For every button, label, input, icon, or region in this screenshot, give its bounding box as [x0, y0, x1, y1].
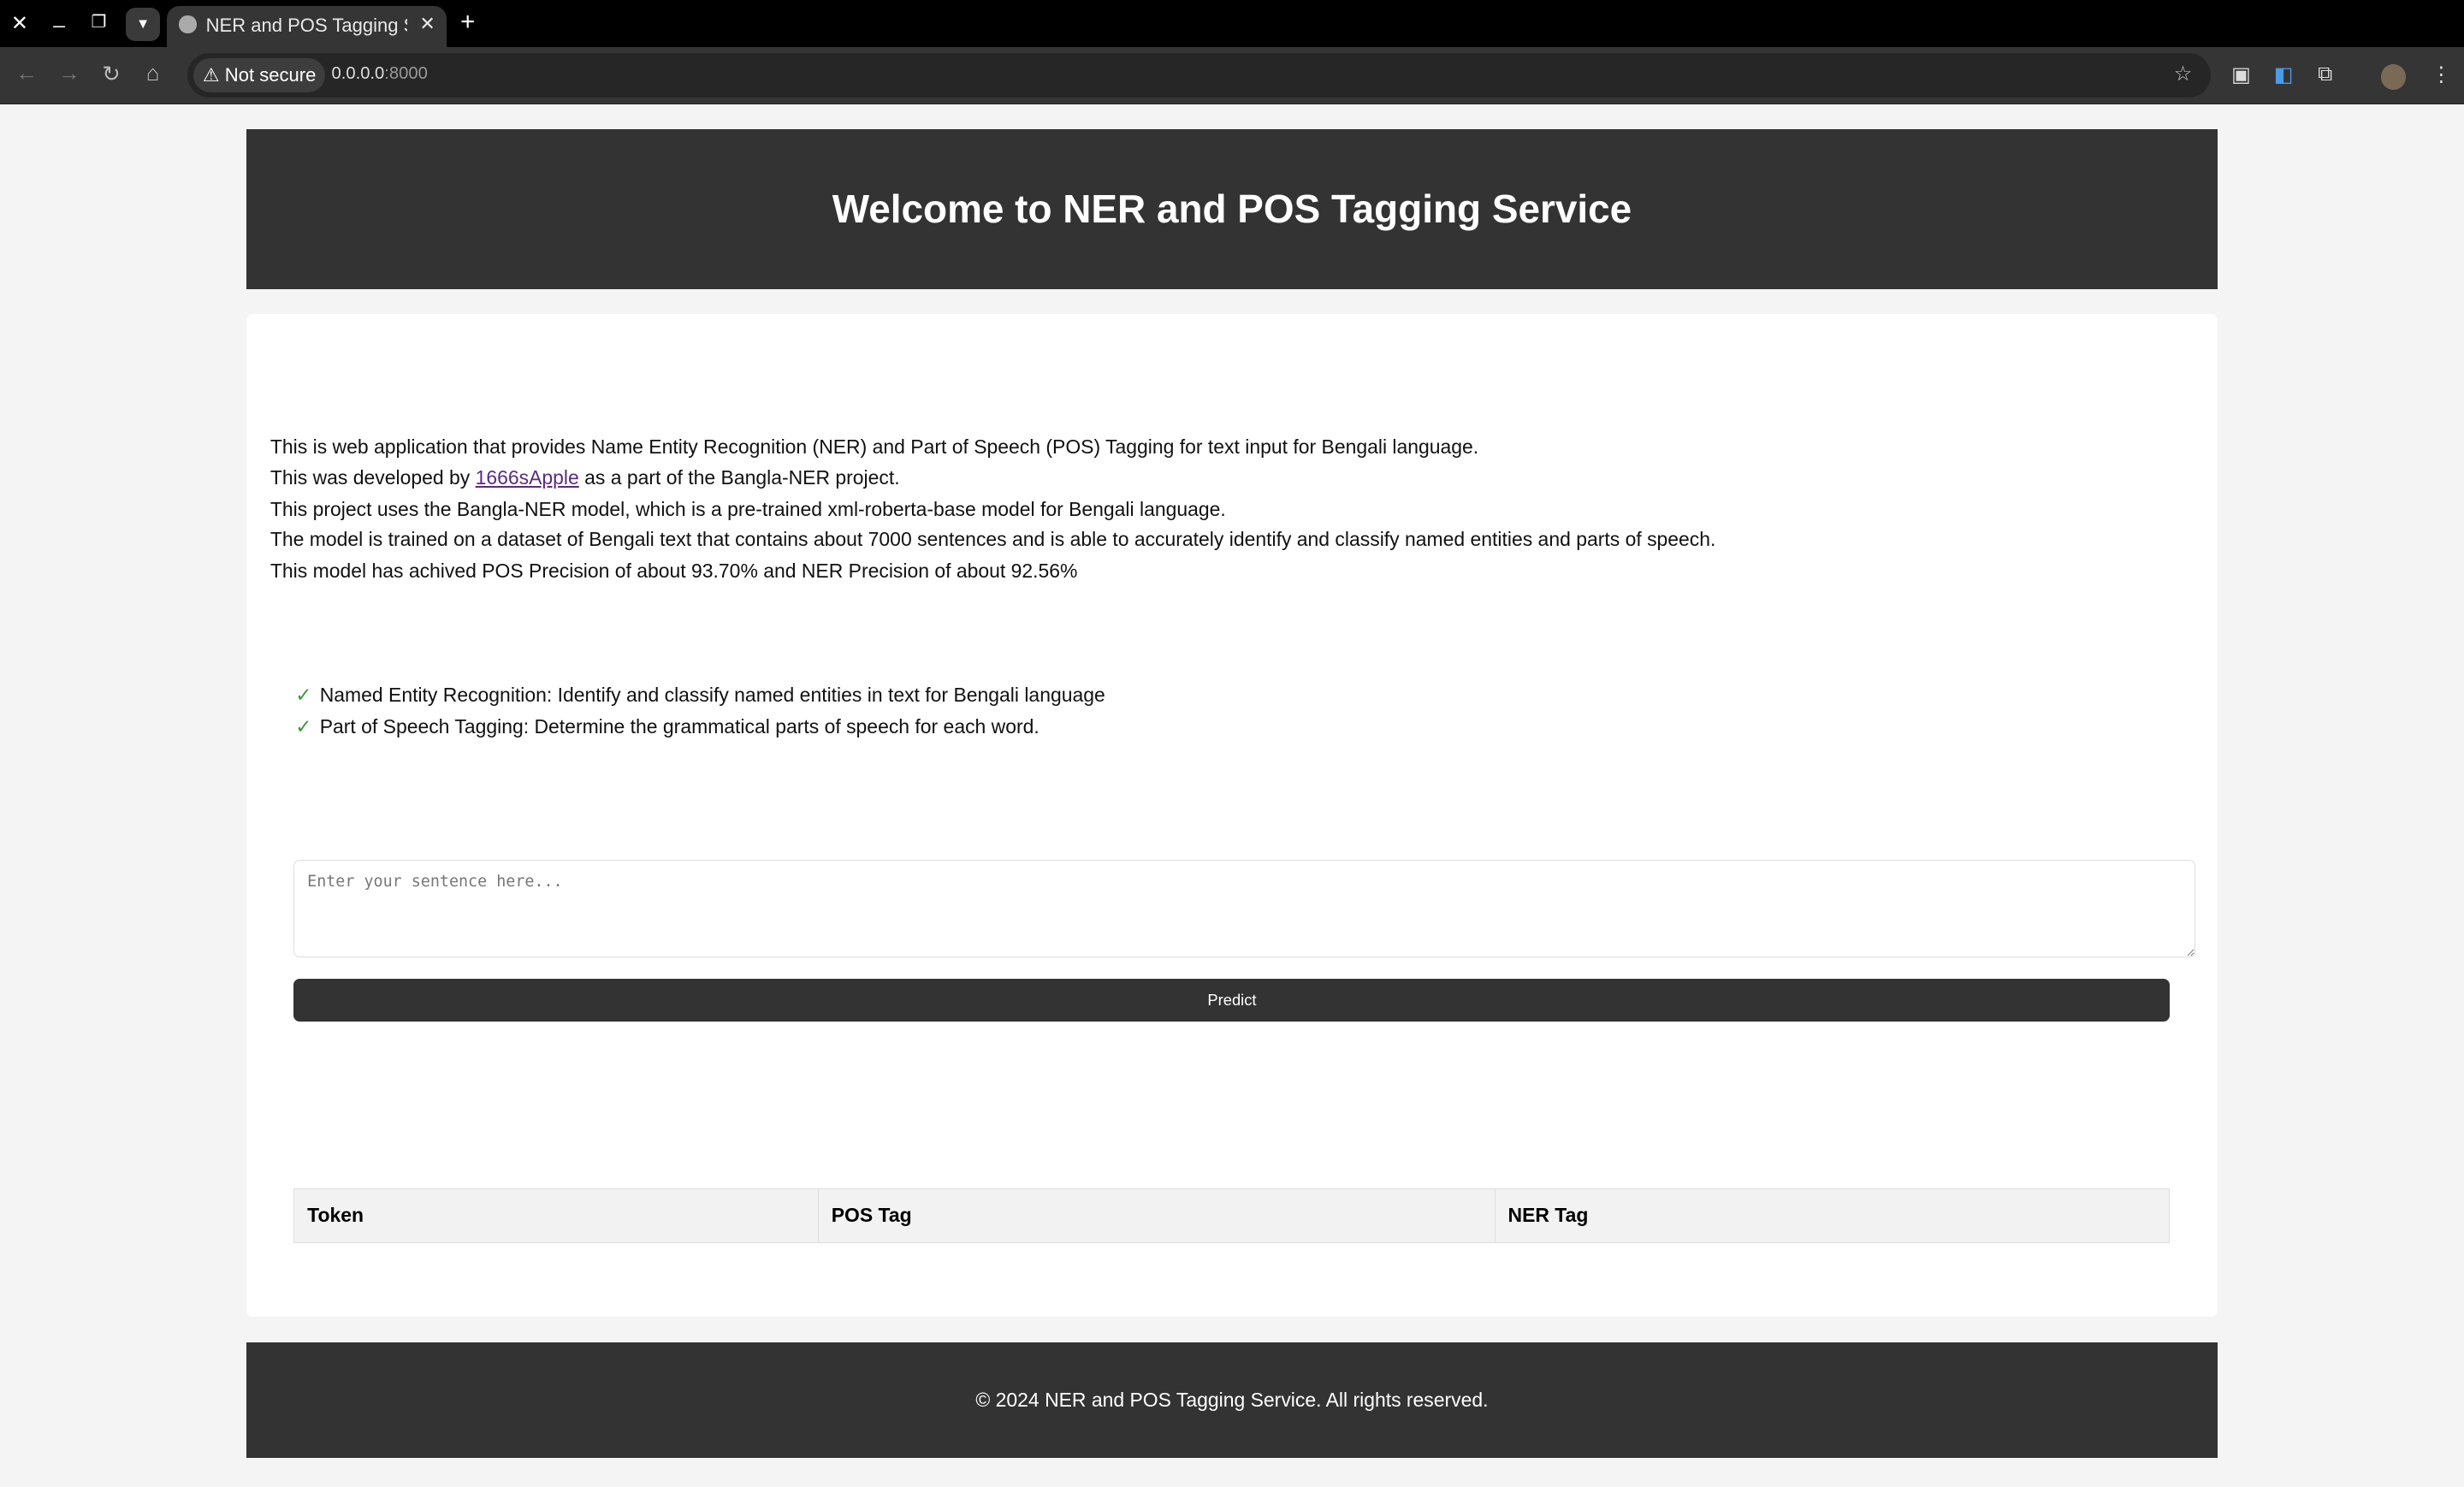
- globe-icon: [179, 15, 197, 33]
- close-window-icon[interactable]: ✕: [11, 11, 28, 36]
- column-header-pos-tag: POS Tag: [818, 1188, 1496, 1243]
- tab-search-dropdown[interactable]: ▼: [125, 8, 161, 41]
- page-title: Welcome to NER and POS Tagging Service: [832, 186, 1632, 231]
- security-label: Not secure: [224, 63, 317, 86]
- intro-line: This is web application that provides Na…: [270, 435, 1479, 458]
- home-icon[interactable]: ⌂: [146, 62, 160, 86]
- column-header-ner-tag: NER Tag: [1494, 1188, 2171, 1243]
- menu-icon[interactable]: ⋮: [2431, 62, 2451, 87]
- page-header: Welcome to NER and POS Tagging Service: [246, 128, 2218, 289]
- restore-icon[interactable]: ❐: [92, 11, 107, 33]
- tab-title: NER and POS Tagging Service: [205, 14, 407, 36]
- extensions-icon[interactable]: ⧉: [2318, 62, 2332, 86]
- picture-in-picture-icon[interactable]: ▣: [2231, 62, 2251, 87]
- intro-line: This was developed by 1666sApple as a pa…: [270, 466, 900, 489]
- check-icon: ✓: [295, 714, 312, 738]
- intro-line: The model is trained on a dataset of Ben…: [270, 528, 1716, 551]
- main-content: This is web application that provides Na…: [246, 314, 2218, 1318]
- predict-button[interactable]: Predict: [293, 979, 2171, 1022]
- intro-line: This model has achived POS Precision of …: [270, 559, 1078, 582]
- security-chip[interactable]: ⚠ Not secure: [192, 57, 326, 93]
- bookmark-star-icon[interactable]: ☆: [2174, 62, 2192, 86]
- feature-text: Named Entity Recognition: Identify and c…: [319, 683, 1105, 706]
- close-tab-icon[interactable]: ✕: [419, 13, 435, 35]
- reload-icon[interactable]: ↻: [102, 62, 121, 87]
- feature-item: ✓ Part of Speech Tagging: Determine the g…: [295, 715, 1039, 738]
- results-table: Token POS Tag NER Tag: [293, 1188, 2171, 1243]
- profile-avatar[interactable]: [2380, 64, 2406, 90]
- page-footer: © 2024 NER and POS Tagging Service. All …: [246, 1342, 2218, 1459]
- back-icon[interactable]: ←: [15, 62, 38, 86]
- forward-icon[interactable]: →: [58, 62, 80, 86]
- intro-line: This project uses the Bangla-NER model, …: [270, 498, 1226, 521]
- browser-toolbar: ← → ↻ ⌂ ⚠ Not secure 0.0.0.0:8000 ☆: [0, 47, 2464, 105]
- sentence-input[interactable]: [293, 859, 2195, 957]
- author-link[interactable]: 1666sApple: [476, 466, 579, 489]
- tab-bar: ✕ _ ❐ ▼ NER and POS Tagging Service ✕ +: [0, 0, 2464, 48]
- tab-groups-icon[interactable]: ◧: [2274, 62, 2294, 87]
- footer-text: © 2024 NER and POS Tagging Service. All …: [975, 1388, 1489, 1411]
- minimize-icon[interactable]: _: [53, 5, 64, 29]
- feature-text: Part of Speech Tagging: Determine the gr…: [319, 714, 1040, 738]
- url-port: :8000: [384, 64, 428, 84]
- check-icon: ✓: [295, 683, 312, 706]
- intro-text: as a part of the Bangla-NER project.: [578, 466, 900, 489]
- new-tab-button[interactable]: +: [460, 8, 475, 37]
- feature-item: ✓ Named Entity Recognition: Identify and …: [295, 684, 1105, 707]
- table-header-row: Token POS Tag NER Tag: [293, 1188, 2171, 1243]
- url-text: 0.0.0.0:8000: [332, 64, 428, 84]
- url-host: 0.0.0.0: [331, 64, 385, 84]
- intro-text: This was developed by: [270, 466, 476, 489]
- browser-tab[interactable]: NER and POS Tagging Service ✕: [166, 6, 447, 48]
- column-header-token: Token: [293, 1188, 820, 1243]
- address-bar[interactable]: ⚠ Not secure 0.0.0.0:8000 ☆: [187, 53, 2212, 98]
